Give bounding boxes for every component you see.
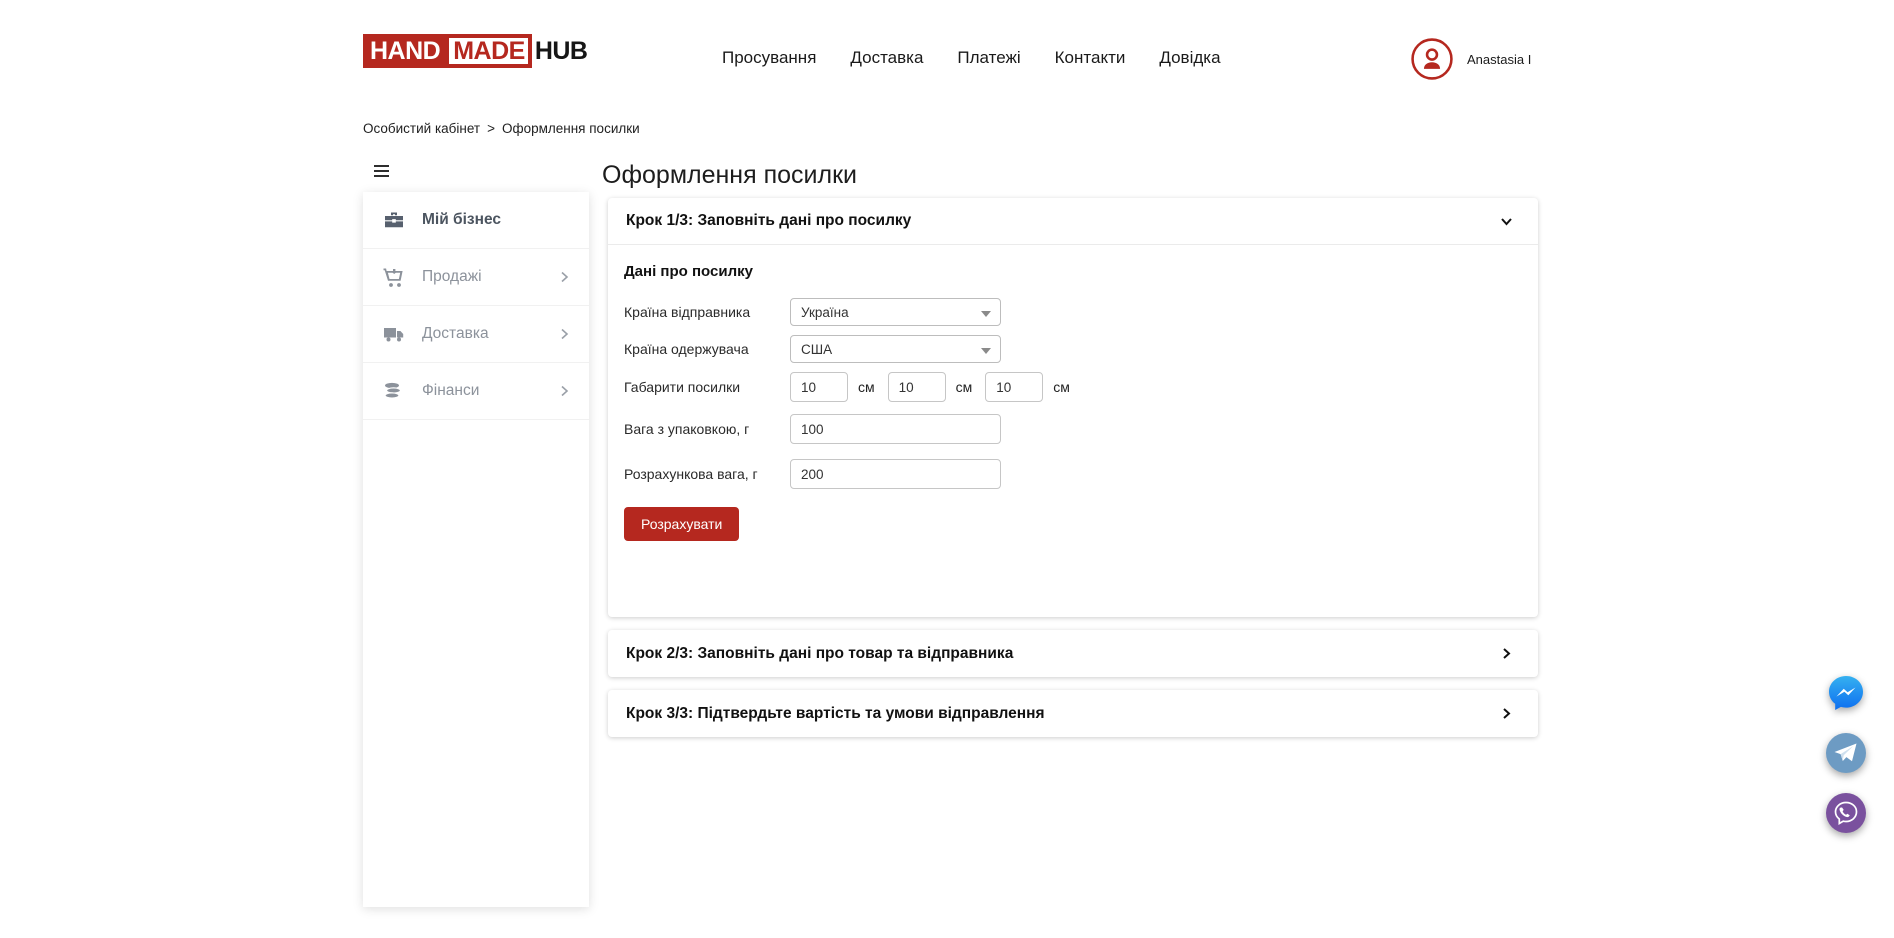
step-3-card: Крок 3/3: Підтвердьте вартість та умови … <box>608 690 1538 737</box>
cart-icon <box>382 265 406 289</box>
sidebar-item-label: Фінанси <box>422 382 557 400</box>
handmade-hub-logo[interactable]: HAND MADE HUB <box>363 34 588 68</box>
nav-item-promotion[interactable]: Просування <box>722 48 816 68</box>
sender-country-value: Україна <box>801 305 849 320</box>
step-1-header[interactable]: Крок 1/3: Заповніть дані про посилку <box>608 198 1538 245</box>
social-float-buttons <box>1826 673 1866 833</box>
page-title: Оформлення посилки <box>602 161 857 190</box>
dimension-width-input[interactable] <box>888 372 946 402</box>
unit-cm-label: см <box>956 379 973 395</box>
breadcrumb-separator: > <box>487 121 495 136</box>
user-account[interactable]: Anastasia I <box>1410 37 1531 81</box>
breadcrumb: Особистий кабінет > Оформлення посилки <box>363 121 640 136</box>
dropdown-arrow-icon <box>981 311 991 317</box>
logo-hand: HAND <box>363 34 445 68</box>
sender-country-select[interactable]: Україна <box>790 298 1001 326</box>
messenger-icon[interactable] <box>1826 673 1866 713</box>
user-name: Anastasia I <box>1467 52 1531 67</box>
step-3-header[interactable]: Крок 3/3: Підтвердьте вартість та умови … <box>608 690 1538 737</box>
calculated-weight-label: Розрахункова вага, г <box>624 466 790 482</box>
unit-cm-label: см <box>858 379 875 395</box>
dropdown-arrow-icon <box>981 348 991 354</box>
main-nav: Просування Доставка Платежі Контакти Дов… <box>722 48 1221 68</box>
breadcrumb-cabinet[interactable]: Особистий кабінет <box>363 121 480 136</box>
step-1-card: Крок 1/3: Заповніть дані про посилку Дан… <box>608 198 1538 617</box>
sidebar-item-sales[interactable]: Продажі <box>363 249 589 306</box>
chevron-right-icon <box>557 270 571 284</box>
sidebar-item-my-business[interactable]: Мій бізнес <box>363 192 589 249</box>
sidebar-item-finances[interactable]: Фінанси <box>363 363 589 420</box>
logo-made: MADE <box>445 34 532 68</box>
nav-item-help[interactable]: Довідка <box>1159 48 1220 68</box>
recipient-country-select[interactable]: США <box>790 335 1001 363</box>
chevron-right-icon <box>1499 646 1514 661</box>
dimension-height-input[interactable] <box>985 372 1043 402</box>
chevron-right-icon <box>1499 706 1514 721</box>
page: HAND MADE HUB Просування Доставка Платеж… <box>0 0 1894 938</box>
calculated-weight-row: Розрахункова вага, г <box>624 459 1520 489</box>
step-1-body: Дані про посилку Країна відправника Укра… <box>608 245 1538 541</box>
sidebar-item-label: Доставка <box>422 325 557 343</box>
step-3-title: Крок 3/3: Підтвердьте вартість та умови … <box>626 705 1045 723</box>
logo-hub: HUB <box>532 34 588 68</box>
breadcrumb-current: Оформлення посилки <box>502 121 640 136</box>
nav-item-payments[interactable]: Платежі <box>957 48 1020 68</box>
unit-cm-label: см <box>1053 379 1070 395</box>
calculated-weight-input[interactable] <box>790 459 1001 489</box>
dimension-length-input[interactable] <box>790 372 848 402</box>
viber-icon[interactable] <box>1826 793 1866 833</box>
coins-icon <box>382 379 406 403</box>
chevron-right-icon <box>557 327 571 341</box>
chevron-right-icon <box>557 384 571 398</box>
packed-weight-row: Вага з упаковкою, г <box>624 414 1520 444</box>
recipient-country-label: Країна одержувача <box>624 341 790 357</box>
briefcase-icon <box>382 208 406 232</box>
step-1-title: Крок 1/3: Заповніть дані про посилку <box>626 212 911 230</box>
dimensions-label: Габарити посилки <box>624 379 790 395</box>
packed-weight-input[interactable] <box>790 414 1001 444</box>
sidebar-item-label: Продажі <box>422 268 557 286</box>
recipient-country-value: США <box>801 342 832 357</box>
step-2-title: Крок 2/3: Заповніть дані про товар та ві… <box>626 645 1013 663</box>
chevron-down-icon <box>1499 214 1514 229</box>
step-2-card: Крок 2/3: Заповніть дані про товар та ві… <box>608 630 1538 677</box>
sidebar-item-label: Мій бізнес <box>422 211 571 229</box>
user-avatar-icon[interactable] <box>1410 37 1454 81</box>
dimensions-row: Габарити посилки см см см <box>624 372 1520 402</box>
sidebar: Мій бізнес Продажі <box>363 192 589 907</box>
sender-country-label: Країна відправника <box>624 304 790 320</box>
step-2-header[interactable]: Крок 2/3: Заповніть дані про товар та ві… <box>608 630 1538 677</box>
sidebar-toggle-hamburger-icon[interactable] <box>374 165 390 180</box>
packed-weight-label: Вага з упаковкою, г <box>624 421 790 437</box>
recipient-country-row: Країна одержувача США <box>624 335 1520 363</box>
sender-country-row: Країна відправника Україна <box>624 298 1520 326</box>
nav-item-contacts[interactable]: Контакти <box>1055 48 1126 68</box>
sidebar-item-delivery[interactable]: Доставка <box>363 306 589 363</box>
truck-icon <box>382 322 406 346</box>
parcel-data-heading: Дані про посилку <box>624 263 1520 280</box>
telegram-icon[interactable] <box>1826 733 1866 773</box>
calculate-button[interactable]: Розрахувати <box>624 507 739 541</box>
nav-item-delivery[interactable]: Доставка <box>850 48 923 68</box>
